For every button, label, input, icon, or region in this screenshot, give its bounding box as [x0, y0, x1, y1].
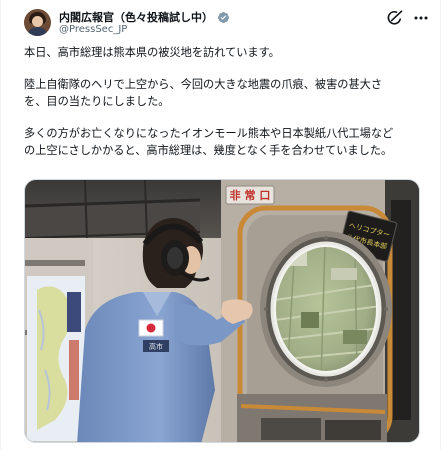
more-icon[interactable] — [412, 10, 430, 26]
tweet-photo[interactable]: 非 常 口 ヘリコプター 八代市長本部 高市 — [24, 179, 420, 443]
avatar-face — [32, 16, 43, 27]
author-avatar[interactable] — [24, 9, 51, 36]
author-handle[interactable]: @PressSec_JP — [59, 24, 127, 35]
grok-icon[interactable] — [386, 10, 404, 26]
tweet-card[interactable]: 内閣広報官（色々投稿試し中） @PressSec_JP 本日、高市総理は熊本県の… — [0, 0, 441, 450]
tweet-text: 本日、高市総理は熊本県の被災地を訪れています。 陸上自衛隊のヘリで上空から、今回… — [24, 44, 429, 159]
tweet-line: 陸上自衛隊のヘリで上空から、今回の大きな地震の爪痕、被害の甚大さ — [24, 78, 383, 91]
svg-text:高市: 高市 — [149, 342, 163, 351]
author-name[interactable]: 内閣広報官（色々投稿試し中） — [59, 9, 213, 25]
author-name-row[interactable]: 内閣広報官（色々投稿試し中） — [59, 9, 230, 25]
tweet-line: の上空にさしかかると、高市総理は、幾度となく手を合わせていました。 — [24, 144, 393, 157]
verified-badge-icon — [218, 11, 230, 23]
helicopter-cabin-photo: 非 常 口 ヘリコプター 八代市長本部 高市 — [25, 180, 419, 442]
tweet-line: 多くの方がお亡くなりになったイオンモール熊本や日本製紙八代工場など — [24, 127, 394, 140]
tweet-line: を、目の当たりにしました。 — [24, 95, 170, 108]
avatar-body — [27, 27, 48, 36]
tweet-line: 本日、高市総理は熊本県の被災地を訪れています。 — [24, 46, 280, 59]
exit-sign-text: 非 常 口 — [230, 188, 271, 202]
